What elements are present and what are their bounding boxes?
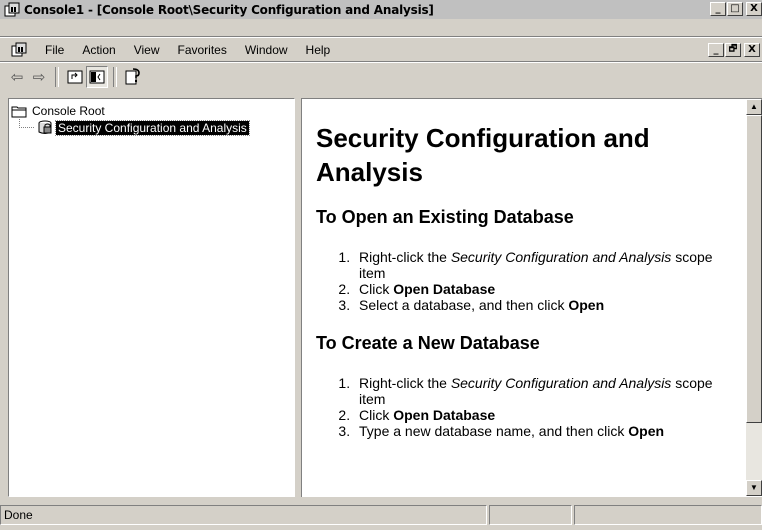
minimize-button[interactable]: _: [710, 2, 726, 16]
status-pane-2: [488, 505, 573, 525]
menu-separator: [0, 36, 762, 38]
list-item: Click Open Database: [354, 407, 736, 423]
mdi-close-button[interactable]: X: [744, 43, 760, 57]
list-item: Click Open Database: [354, 281, 736, 297]
status-pane-3: [574, 505, 762, 525]
window-title-bar[interactable]: Console1 - [Console Root\Security Config…: [0, 0, 762, 19]
close-button[interactable]: X: [746, 2, 762, 16]
security-database-icon: [38, 120, 52, 134]
result-pane[interactable]: Security Configuration and Analysis To O…: [301, 98, 762, 497]
up-one-level-button[interactable]: [64, 66, 86, 88]
list-item: Right-click the Security Configuration a…: [354, 249, 736, 281]
status-bar: Done: [0, 502, 762, 530]
help-icon: [125, 68, 140, 85]
console-tree-pane[interactable]: Console Root Security Configuration and …: [8, 98, 295, 497]
toolbar: ⇦ ⇨: [0, 64, 762, 90]
tree-item-label: Console Root: [32, 104, 105, 118]
tree-item-label: Security Configuration and Analysis: [55, 120, 250, 136]
vertical-scrollbar[interactable]: ▲ ▼: [746, 99, 762, 496]
menu-bar: File Action View Favorites Window Help: [0, 40, 762, 60]
mdi-restore-button[interactable]: 🗗: [725, 43, 741, 57]
window-title: Console1 - [Console Root\Security Config…: [24, 2, 434, 17]
forward-button[interactable]: ⇨: [28, 66, 50, 88]
console-menu-icon[interactable]: [11, 42, 27, 58]
folder-icon: [11, 106, 27, 118]
menu-action[interactable]: Action: [73, 43, 124, 57]
section-heading: To Open an Existing Database: [316, 207, 574, 227]
menu-help[interactable]: Help: [297, 43, 340, 57]
show-hide-tree-icon: [89, 70, 105, 84]
scroll-up-button[interactable]: ▲: [746, 99, 762, 115]
steps-list: Right-click the Security Configuration a…: [316, 375, 736, 439]
up-one-level-icon: [67, 70, 83, 84]
toolbar-separator: [0, 61, 762, 63]
back-button[interactable]: ⇦: [6, 66, 28, 88]
tree-connector: [19, 117, 34, 128]
section-heading: To Create a New Database: [316, 333, 540, 353]
menu-view[interactable]: View: [125, 43, 169, 57]
forward-arrow-icon: ⇨: [32, 69, 46, 86]
mdi-minimize-button[interactable]: _: [708, 43, 724, 57]
list-item: Type a new database name, and then click…: [354, 423, 736, 439]
show-hide-tree-button[interactable]: [86, 66, 108, 88]
tree-item-security-configuration[interactable]: Security Configuration and Analysis: [36, 120, 250, 136]
toolbar-divider: [55, 67, 59, 87]
status-text: Done: [0, 505, 487, 525]
maximize-button[interactable]: □: [727, 2, 743, 16]
scroll-down-button[interactable]: ▼: [746, 480, 762, 496]
steps-list: Right-click the Security Configuration a…: [316, 249, 736, 313]
menu-favorites[interactable]: Favorites: [169, 43, 236, 57]
page-title: Security Configuration and Analysis: [316, 123, 650, 187]
menu-window[interactable]: Window: [236, 43, 297, 57]
help-button[interactable]: [122, 66, 144, 88]
mmc-console-icon: [4, 2, 20, 16]
menu-file[interactable]: File: [36, 43, 73, 57]
back-arrow-icon: ⇦: [10, 69, 24, 86]
list-item: Right-click the Security Configuration a…: [354, 375, 736, 407]
list-item: Select a database, and then click Open: [354, 297, 736, 313]
scroll-thumb[interactable]: [746, 115, 762, 423]
toolbar-divider: [113, 67, 117, 87]
